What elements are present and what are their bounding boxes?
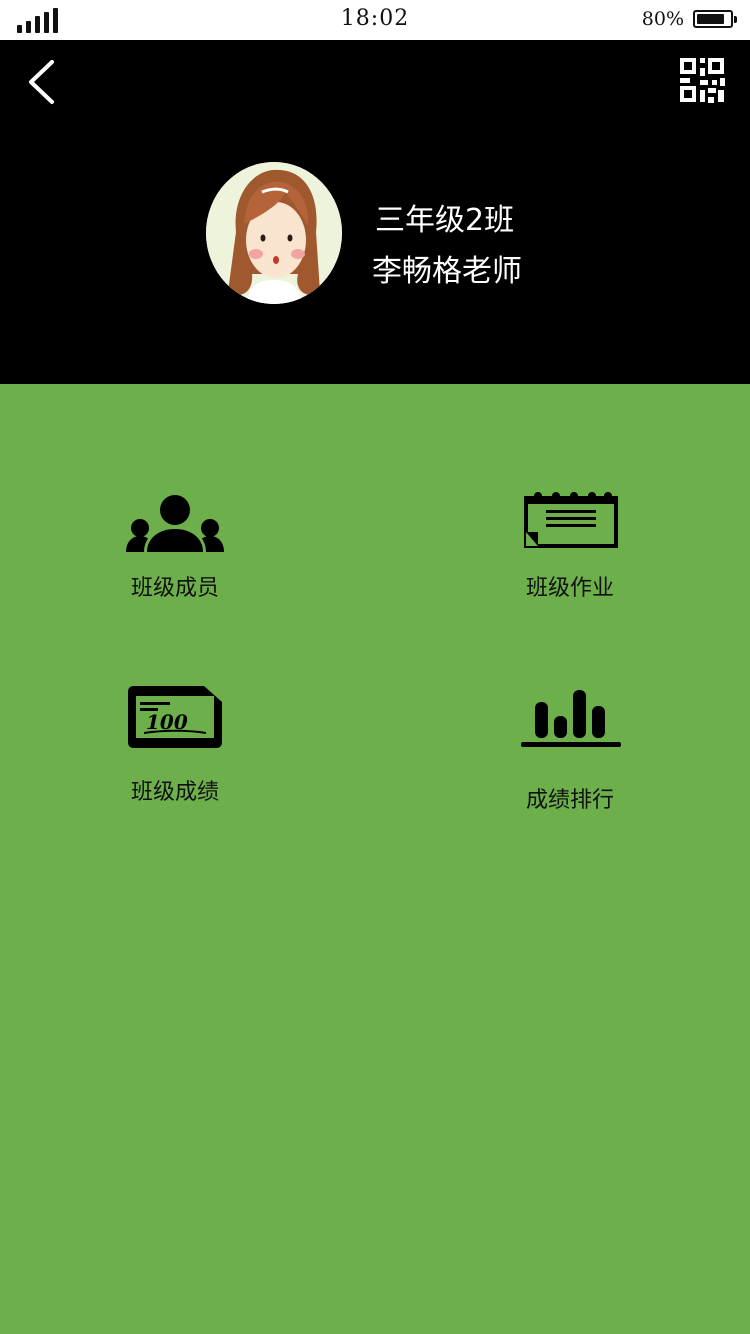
battery-icon: [693, 10, 737, 28]
profile-header: 三年级2班 李畅格老师: [0, 40, 750, 384]
battery-fill: [697, 14, 724, 24]
notebook-icon-wrap: [524, 492, 618, 552]
back-button[interactable]: [22, 58, 66, 108]
score-sheet-icon: 100: [128, 686, 222, 748]
qr-code-button[interactable]: [678, 56, 726, 106]
bar-chart-icon-wrap: [521, 688, 623, 754]
teacher-avatar[interactable]: [206, 162, 342, 304]
menu-label-scores: 班级成绩: [130, 780, 219, 805]
class-name: 三年级2班: [375, 203, 515, 238]
teacher-name: 李畅格老师: [372, 254, 522, 289]
avatar-illustration: [206, 162, 342, 304]
score-sheet-icon-wrap: 100: [126, 684, 224, 754]
menu-class-homework[interactable]: 班级作业: [495, 490, 645, 601]
status-bar: 18:02 80%: [0, 0, 750, 40]
menu-label-members: 班级成员: [130, 576, 219, 601]
battery-percent: 80%: [641, 8, 684, 30]
qr-code-icon: [680, 58, 725, 103]
group-icon-wrap: [126, 492, 224, 556]
menu-class-members[interactable]: 班级成员: [100, 490, 250, 601]
menu-score-ranking[interactable]: 成绩排行: [495, 684, 645, 814]
status-time: 18:02: [340, 6, 410, 31]
menu-label-homework: 班级作业: [525, 576, 614, 601]
chevron-left-icon: [29, 60, 54, 104]
notebook-icon: [524, 492, 618, 548]
group-icon: [126, 493, 224, 552]
menu-class-scores[interactable]: 100 班级成绩: [100, 684, 250, 805]
bar-chart-icon: [521, 690, 621, 747]
menu-label-ranking: 成绩排行: [525, 788, 614, 813]
